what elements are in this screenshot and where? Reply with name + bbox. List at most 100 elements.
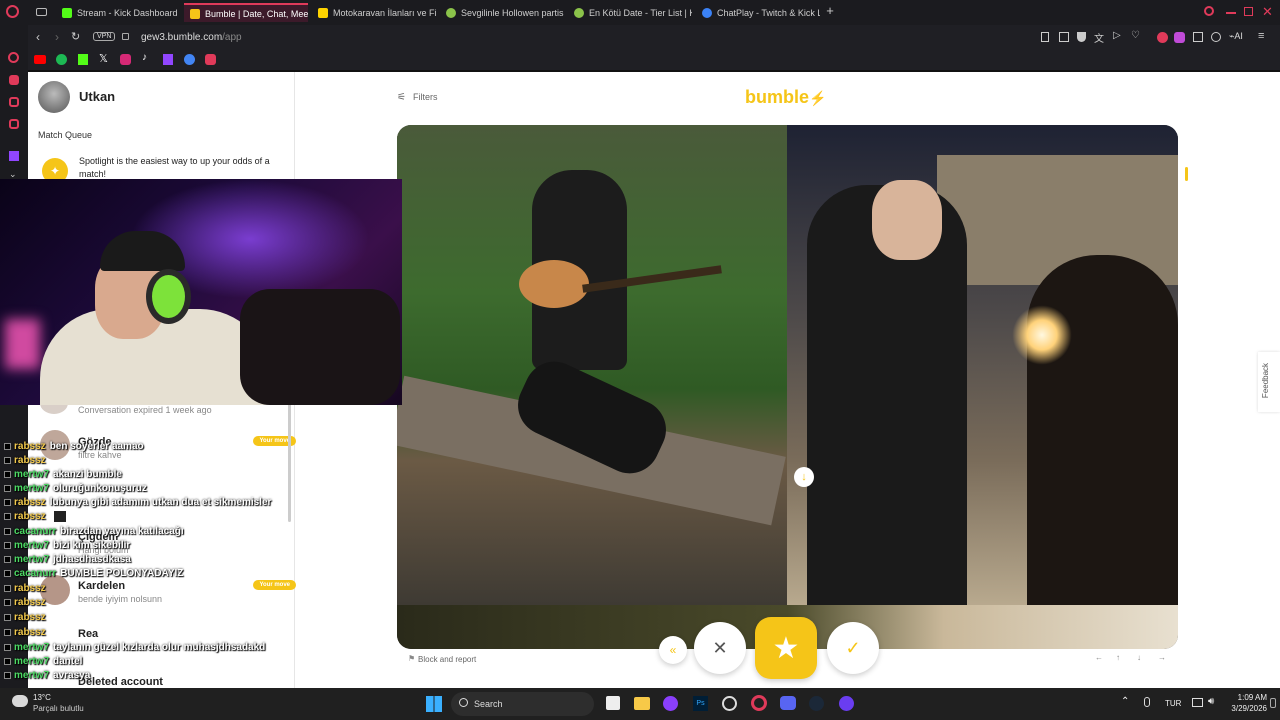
play-icon[interactable]: ▷	[1113, 30, 1121, 41]
flag-icon[interactable]: ⚑	[408, 654, 415, 663]
user-name[interactable]: Utkan	[79, 89, 115, 104]
forward-icon[interactable]: ›	[55, 30, 59, 44]
photoshop-icon[interactable]: Ps	[693, 696, 708, 711]
tab-motokaravan[interactable]: Motokaravan İlanları ve Fiy	[312, 3, 436, 22]
messenger-icon[interactable]	[9, 97, 19, 107]
chat-badge-icon	[4, 513, 11, 520]
tray-chevron-icon[interactable]: ⌃	[1121, 696, 1129, 707]
star-icon: ★	[772, 631, 800, 665]
kick-bookmark-icon[interactable]	[78, 54, 88, 65]
close-window-icon[interactable]: ✕	[1262, 4, 1273, 20]
feedback-label: Feedback	[1261, 362, 1271, 399]
instagram-icon[interactable]	[9, 119, 19, 129]
backtrack-button[interactable]: «	[659, 636, 687, 664]
clock-time[interactable]: 1:09 AM	[1225, 693, 1267, 702]
tab-tier-list[interactable]: En Kötü Date - Tier List | K	[568, 3, 692, 22]
back-icon[interactable]: ‹	[36, 30, 40, 44]
url-domain: gew3.bumble.com	[141, 32, 223, 43]
chat-username: mertw7	[14, 554, 50, 565]
like-button[interactable]: ✓	[827, 622, 879, 674]
twitch-bookmark-icon[interactable]	[163, 54, 173, 65]
task-view-icon[interactable]	[606, 696, 620, 710]
tiktok-bookmark-icon[interactable]: ♪	[142, 52, 147, 63]
tab-bumble[interactable]: Bumble | Date, Chat, Meet	[184, 3, 308, 22]
chatplay-favicon-icon	[702, 7, 712, 18]
url-field[interactable]: gew3.bumble.com/app	[141, 32, 242, 43]
network-icon[interactable]	[1192, 698, 1203, 707]
aria-icon[interactable]	[8, 52, 19, 63]
app-icon[interactable]	[839, 696, 854, 711]
chat-message: rabssz	[4, 455, 50, 466]
chat-text: lubunya gibi adamım utkan dua et sikmemi…	[49, 497, 272, 508]
chat-message: mertw7 bizi kim sikebilir	[4, 540, 130, 551]
steam-icon[interactable]	[809, 696, 824, 711]
chat-message: cacanurr birazdan yayına katılacağı	[4, 526, 184, 537]
tab-kick-dashboard[interactable]: Stream - Kick Dashboard	[56, 3, 180, 22]
feedback-tab[interactable]: Feedback	[1258, 352, 1280, 412]
tab-chatplay[interactable]: ChatPlay - Twitch & Kick L	[696, 3, 820, 22]
filters-icon[interactable]: ⚟	[397, 92, 406, 103]
filters-button[interactable]: Filters	[413, 92, 438, 102]
clock-date[interactable]: 3/29/2026	[1225, 704, 1267, 713]
shield-icon[interactable]	[1077, 32, 1086, 42]
instagram-bookmark-icon[interactable]	[120, 54, 131, 65]
menu-icon[interactable]: ≡	[1258, 30, 1264, 42]
taskbar-search[interactable]: Search	[451, 692, 594, 716]
weather-temp[interactable]: 13°C	[33, 693, 51, 702]
snapshot-icon[interactable]	[1059, 32, 1069, 42]
nav-up-icon[interactable]: ↑	[1116, 653, 1120, 662]
translate-icon[interactable]: 文	[1094, 30, 1104, 45]
extension-icon[interactable]	[1174, 32, 1185, 43]
chat-badge-icon	[4, 541, 11, 549]
opera-gx-icon[interactable]	[751, 695, 767, 711]
microphone-icon[interactable]	[1144, 697, 1150, 707]
superswipe-button[interactable]: ★	[755, 617, 817, 679]
spotlight-text[interactable]: Spotlight is the easiest way to up your …	[79, 155, 289, 181]
game-bookmark-icon[interactable]	[205, 54, 216, 65]
reload-icon[interactable]: ↻	[71, 30, 80, 43]
profile-photo-card[interactable]: ↓	[397, 125, 1178, 649]
new-tab-icon[interactable]: +	[824, 4, 836, 17]
block-report-link[interactable]: Block and report	[418, 655, 476, 664]
puzzle-icon[interactable]	[1193, 32, 1203, 42]
profile-icon[interactable]	[1211, 32, 1221, 42]
volume-icon[interactable]: 🔊︎	[1208, 696, 1214, 707]
translate-bookmark-icon[interactable]	[184, 54, 195, 65]
browser-logo-icon[interactable]	[6, 5, 19, 18]
nav-down-icon[interactable]: ↓	[1137, 653, 1141, 662]
nav-left-icon[interactable]: ←	[1095, 653, 1103, 662]
avatar[interactable]	[38, 81, 70, 113]
obs-icon[interactable]	[663, 696, 678, 711]
chat-text: taylanın güzel kızlarda olur muhasjdhsad…	[53, 642, 266, 653]
search-tabs-icon[interactable]	[1204, 6, 1214, 16]
file-explorer-icon[interactable]	[634, 697, 650, 710]
minimize-icon[interactable]	[1226, 12, 1236, 14]
scroll-down-icon[interactable]: ↓	[794, 467, 814, 487]
language-indicator[interactable]: TUR	[1165, 699, 1181, 708]
user-icon[interactable]	[9, 75, 19, 85]
profile-photo-left	[397, 125, 787, 605]
weather-desc[interactable]: Parçalı bulutlu	[33, 704, 84, 713]
ai-button[interactable]: ⌁AI	[1229, 31, 1243, 42]
x-bookmark-icon[interactable]: 𝕏	[99, 52, 108, 65]
chat-badge-icon	[4, 569, 11, 577]
weather-icon[interactable]	[12, 695, 28, 707]
twitch-icon[interactable]	[9, 151, 19, 161]
chat-message: mertw7 taylanın güzel kızlarda olur muhas…	[4, 642, 265, 653]
spotify-bookmark-icon[interactable]	[56, 54, 67, 65]
nav-right-icon[interactable]: →	[1158, 653, 1166, 662]
youtube-bookmark-icon[interactable]	[34, 55, 46, 64]
bookmark-icon[interactable]	[1041, 32, 1049, 42]
adblock-extension-icon[interactable]	[1157, 32, 1168, 43]
vpn-badge[interactable]: VPN	[93, 32, 116, 41]
tab-hollowen[interactable]: Sevgilinle Hollowen partisi	[440, 3, 564, 22]
chat-username: rabssz	[14, 497, 46, 508]
notification-icon[interactable]	[1270, 698, 1276, 708]
discord-icon[interactable]	[780, 696, 796, 710]
heart-icon[interactable]: ♡	[1131, 30, 1140, 41]
maximize-icon[interactable]	[1244, 7, 1253, 16]
pass-button[interactable]: ✕	[694, 622, 746, 674]
workspaces-icon[interactable]	[36, 8, 47, 16]
chatgpt-icon[interactable]	[722, 696, 737, 711]
windows-start-icon[interactable]	[426, 696, 442, 712]
